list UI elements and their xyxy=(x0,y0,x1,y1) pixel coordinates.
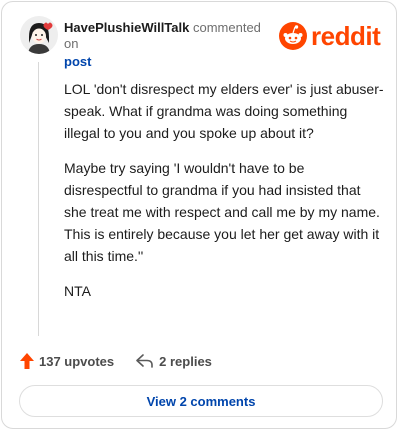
upvote-arrow-icon xyxy=(20,353,34,369)
reddit-wordmark: reddit xyxy=(311,21,381,51)
post-link[interactable]: post xyxy=(64,54,91,70)
comment-header: HavePlushieWillTalk commented on post xyxy=(64,20,274,70)
comment-footer: 137 upvotes 2 replies xyxy=(20,350,380,372)
comment-paragraph: LOL 'don't disrespect my elders ever' is… xyxy=(64,81,384,141)
comment-paragraph: Maybe try saying 'I wouldn't have to be … xyxy=(64,160,380,264)
upvote-button[interactable]: 137 upvotes xyxy=(20,353,114,369)
avatar-icon[interactable] xyxy=(20,16,58,54)
replies-button[interactable]: 2 replies xyxy=(136,354,212,369)
comment-card: HavePlushieWillTalk commented on post re… xyxy=(1,1,397,429)
reddit-logo[interactable]: reddit xyxy=(279,20,387,52)
view-comments-button[interactable]: View 2 comments xyxy=(19,385,383,417)
comment-paragraph: NTA xyxy=(64,283,91,299)
thread-line xyxy=(38,62,39,336)
username[interactable]: HavePlushieWillTalk xyxy=(64,20,189,35)
reply-arrow-icon xyxy=(136,354,153,368)
reddit-snoo-icon xyxy=(279,22,307,50)
upvote-count: 137 upvotes xyxy=(39,353,115,369)
comment-body: LOL 'don't disrespect my elders ever' is… xyxy=(64,78,384,315)
replies-count: 2 replies xyxy=(159,353,212,369)
